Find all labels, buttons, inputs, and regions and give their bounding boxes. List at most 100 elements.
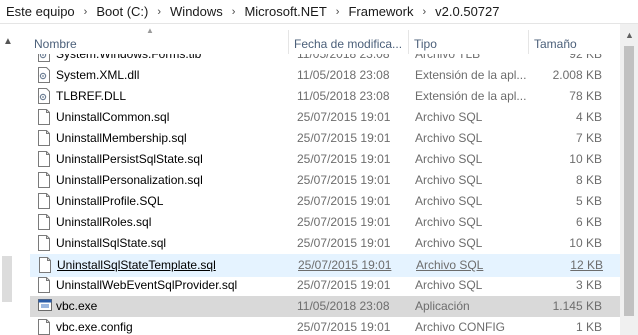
chevron-up-icon[interactable]: ▲ xyxy=(625,30,634,40)
file-row[interactable]: TLBREF.DLL 11/05/2018 23:08 Extensión de l… xyxy=(30,86,620,107)
sql-file-icon xyxy=(38,109,50,125)
file-type: Archivo SQL xyxy=(416,258,484,272)
column-divider[interactable] xyxy=(288,30,289,54)
file-date: 25/07/2015 19:01 xyxy=(297,110,391,124)
dll-file-icon xyxy=(38,67,50,83)
file-type: Archivo SQL xyxy=(415,215,483,229)
chevron-right-icon[interactable]: › xyxy=(422,6,426,18)
file-row[interactable]: UninstallSqlStateTemplate.sql 25/07/2015 … xyxy=(30,254,620,277)
file-date: 25/07/2015 19:01 xyxy=(297,173,391,187)
file-row[interactable]: UninstallPersonalization.sql 25/07/2015 1… xyxy=(30,170,620,191)
file-date: 11/05/2018 23:08 xyxy=(297,299,390,313)
sql-file-icon xyxy=(38,277,50,293)
file-type: Extensión de la apl... xyxy=(415,68,527,82)
file-name: UninstallMembership.sql xyxy=(56,131,187,145)
file-name: UninstallPersistSqlState.sql xyxy=(56,152,203,166)
file-size: 3 KB xyxy=(575,278,602,292)
file-name: vbc.exe.config xyxy=(56,320,133,334)
file-date: 25/07/2015 19:01 xyxy=(297,194,391,208)
chevron-up-icon[interactable]: ▲ xyxy=(3,36,13,47)
file-row[interactable]: UninstallPersistSqlState.sql 25/07/2015 1… xyxy=(30,149,620,170)
file-row[interactable]: UninstallRoles.sql 25/07/2015 19:01 Archiv… xyxy=(30,212,620,233)
file-type: Archivo TLB xyxy=(415,54,481,61)
file-row[interactable]: UninstallWebEventSqlProvider.sql 25/07/20… xyxy=(30,275,620,296)
breadcrumb-item[interactable]: Windows xyxy=(170,4,223,19)
file-list: System.Windows.Forms.tlb 11/05/2018 23:08… xyxy=(16,54,620,335)
column-divider[interactable] xyxy=(408,30,409,54)
vertical-scrollbar[interactable]: ▲ xyxy=(620,24,638,335)
file-size: 5 KB xyxy=(575,194,602,208)
file-type: Archivo CONFIG xyxy=(415,320,506,334)
file-type: Archivo SQL xyxy=(415,131,483,145)
breadcrumb-item[interactable]: Framework xyxy=(348,4,413,19)
file-name: UninstallWebEventSqlProvider.sql xyxy=(56,278,238,292)
file-type: Archivo SQL xyxy=(415,110,483,124)
file-row[interactable]: System.XML.dll 11/05/2018 23:08 Extensión … xyxy=(30,65,620,86)
file-row[interactable]: UninstallProfile.SQL 25/07/2015 19:01 Arch… xyxy=(30,191,620,212)
file-date: 25/07/2015 19:01 xyxy=(297,278,391,292)
chevron-right-icon[interactable]: › xyxy=(84,6,88,18)
file-type: Aplicación xyxy=(415,299,470,313)
file-name: UninstallPersonalization.sql xyxy=(56,173,203,187)
file-row[interactable]: UninstallSqlState.sql 25/07/2015 19:01 Arc… xyxy=(30,233,620,254)
column-header-name[interactable]: Nombre xyxy=(34,30,77,54)
file-row[interactable]: vbc.exe 11/05/2018 23:08 Aplicación 1.145 K… xyxy=(30,296,620,317)
column-header-date[interactable]: Fecha de modifica... xyxy=(294,30,402,54)
file-row[interactable]: vbc.exe.config 25/07/2015 19:01 Archivo CO… xyxy=(30,317,620,335)
breadcrumb-item[interactable]: Microsoft.NET xyxy=(244,4,326,19)
file-name: System.XML.dll xyxy=(56,68,140,82)
file-size: 12 KB xyxy=(570,258,603,272)
file-date: 25/07/2015 19:01 xyxy=(297,236,391,250)
file-date: 11/05/2018 23:08 xyxy=(297,68,390,82)
file-size: 4 KB xyxy=(575,110,602,124)
file-type: Archivo SQL xyxy=(415,278,483,292)
column-header: ▲ Nombre Fecha de modifica... Tipo Tamañ… xyxy=(16,26,620,54)
file-size: 1 KB xyxy=(575,320,602,334)
sql-file-icon xyxy=(38,193,50,209)
file-type: Archivo SQL xyxy=(415,236,483,250)
chevron-right-icon[interactable]: › xyxy=(336,6,340,18)
sql-file-icon xyxy=(38,235,50,251)
file-size: 92 KB xyxy=(569,54,602,61)
navigation-pane-scrollbar[interactable]: ▲ xyxy=(0,24,16,335)
exe-file-icon xyxy=(38,298,52,314)
config-file-icon xyxy=(38,319,50,335)
tlb-file-icon xyxy=(38,54,50,62)
file-size: 10 KB xyxy=(569,236,602,250)
file-size: 2.008 KB xyxy=(552,68,602,82)
breadcrumb-item[interactable]: v2.0.50727 xyxy=(435,4,499,19)
file-type: Archivo SQL xyxy=(415,173,483,187)
file-name: UninstallSqlState.sql xyxy=(56,236,167,250)
sql-file-icon xyxy=(38,172,50,188)
chevron-right-icon[interactable]: › xyxy=(157,6,161,18)
sql-file-icon xyxy=(38,130,50,146)
file-row[interactable]: UninstallMembership.sql 25/07/2015 19:01 A… xyxy=(30,128,620,149)
file-size: 6 KB xyxy=(575,215,602,229)
file-row[interactable]: UninstallCommon.sql 25/07/2015 19:01 Archi… xyxy=(30,107,620,128)
scrollbar-thumb[interactable] xyxy=(2,256,12,302)
file-date: 25/07/2015 19:01 xyxy=(297,215,391,229)
file-date: 11/05/2018 23:08 xyxy=(297,54,390,61)
file-type: Extensión de la apl... xyxy=(415,89,527,103)
file-size: 1.145 KB xyxy=(552,299,602,313)
chevron-right-icon[interactable]: › xyxy=(232,6,236,18)
file-row[interactable]: System.Windows.Forms.tlb 11/05/2018 23:08… xyxy=(30,54,620,65)
file-type: Archivo SQL xyxy=(415,194,483,208)
file-name: TLBREF.DLL xyxy=(56,89,127,103)
file-name: UninstallSqlStateTemplate.sql xyxy=(57,258,216,272)
file-name: vbc.exe xyxy=(56,299,98,313)
column-divider[interactable] xyxy=(528,30,529,54)
file-type: Archivo SQL xyxy=(415,152,483,166)
column-header-size[interactable]: Tamaño xyxy=(534,30,577,54)
file-date: 25/07/2015 19:01 xyxy=(297,152,391,166)
file-date: 25/07/2015 19:01 xyxy=(297,131,391,145)
scrollbar-thumb[interactable] xyxy=(624,46,634,316)
sort-ascending-icon: ▲ xyxy=(146,26,154,35)
breadcrumb-item[interactable]: Este equipo xyxy=(6,4,75,19)
breadcrumb: Este equipo › Boot (C:) › Windows › Micr… xyxy=(0,0,638,24)
dll-file-icon xyxy=(38,88,50,104)
column-header-type[interactable]: Tipo xyxy=(414,30,437,54)
file-size: 7 KB xyxy=(575,131,602,145)
file-size: 8 KB xyxy=(575,173,602,187)
breadcrumb-item[interactable]: Boot (C:) xyxy=(96,4,148,19)
